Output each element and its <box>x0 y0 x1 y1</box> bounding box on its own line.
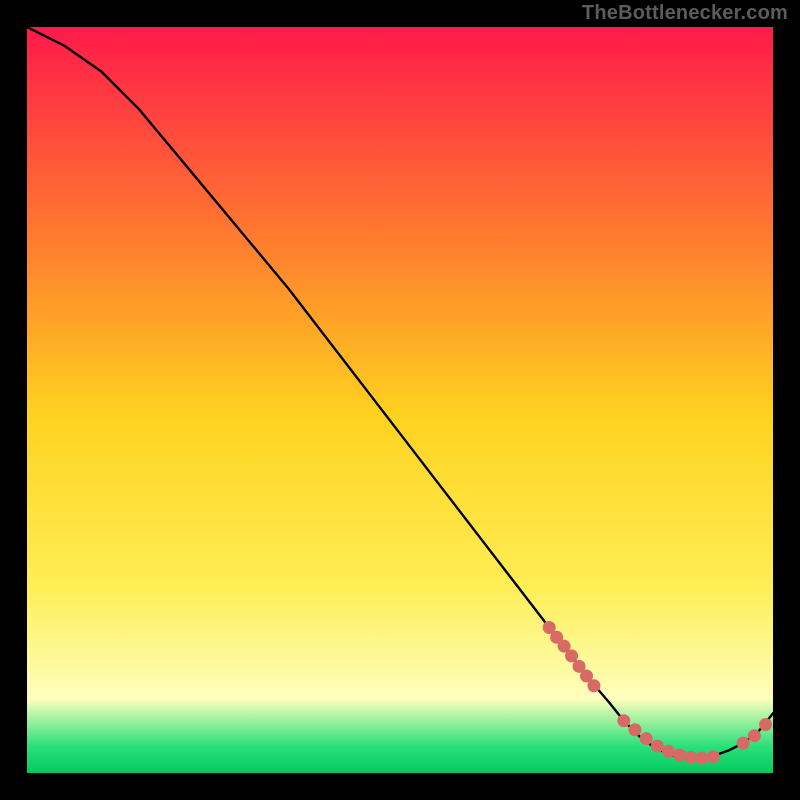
data-marker <box>628 723 641 736</box>
data-marker <box>737 737 750 750</box>
chart-svg <box>27 27 773 773</box>
data-marker <box>651 740 664 753</box>
data-marker <box>673 749 686 762</box>
data-marker <box>640 732 653 745</box>
data-marker <box>707 750 720 763</box>
data-marker <box>696 752 709 765</box>
data-marker <box>617 714 630 727</box>
chart-plot-area <box>27 27 773 773</box>
data-marker <box>684 751 697 764</box>
data-marker <box>565 649 578 662</box>
data-marker <box>662 745 675 758</box>
gradient-background <box>27 27 773 773</box>
data-marker <box>759 718 772 731</box>
data-marker <box>587 679 600 692</box>
watermark-text: TheBottlenecker.com <box>582 2 788 25</box>
chart-frame: TheBottlenecker.com <box>0 0 800 800</box>
data-marker <box>748 729 761 742</box>
